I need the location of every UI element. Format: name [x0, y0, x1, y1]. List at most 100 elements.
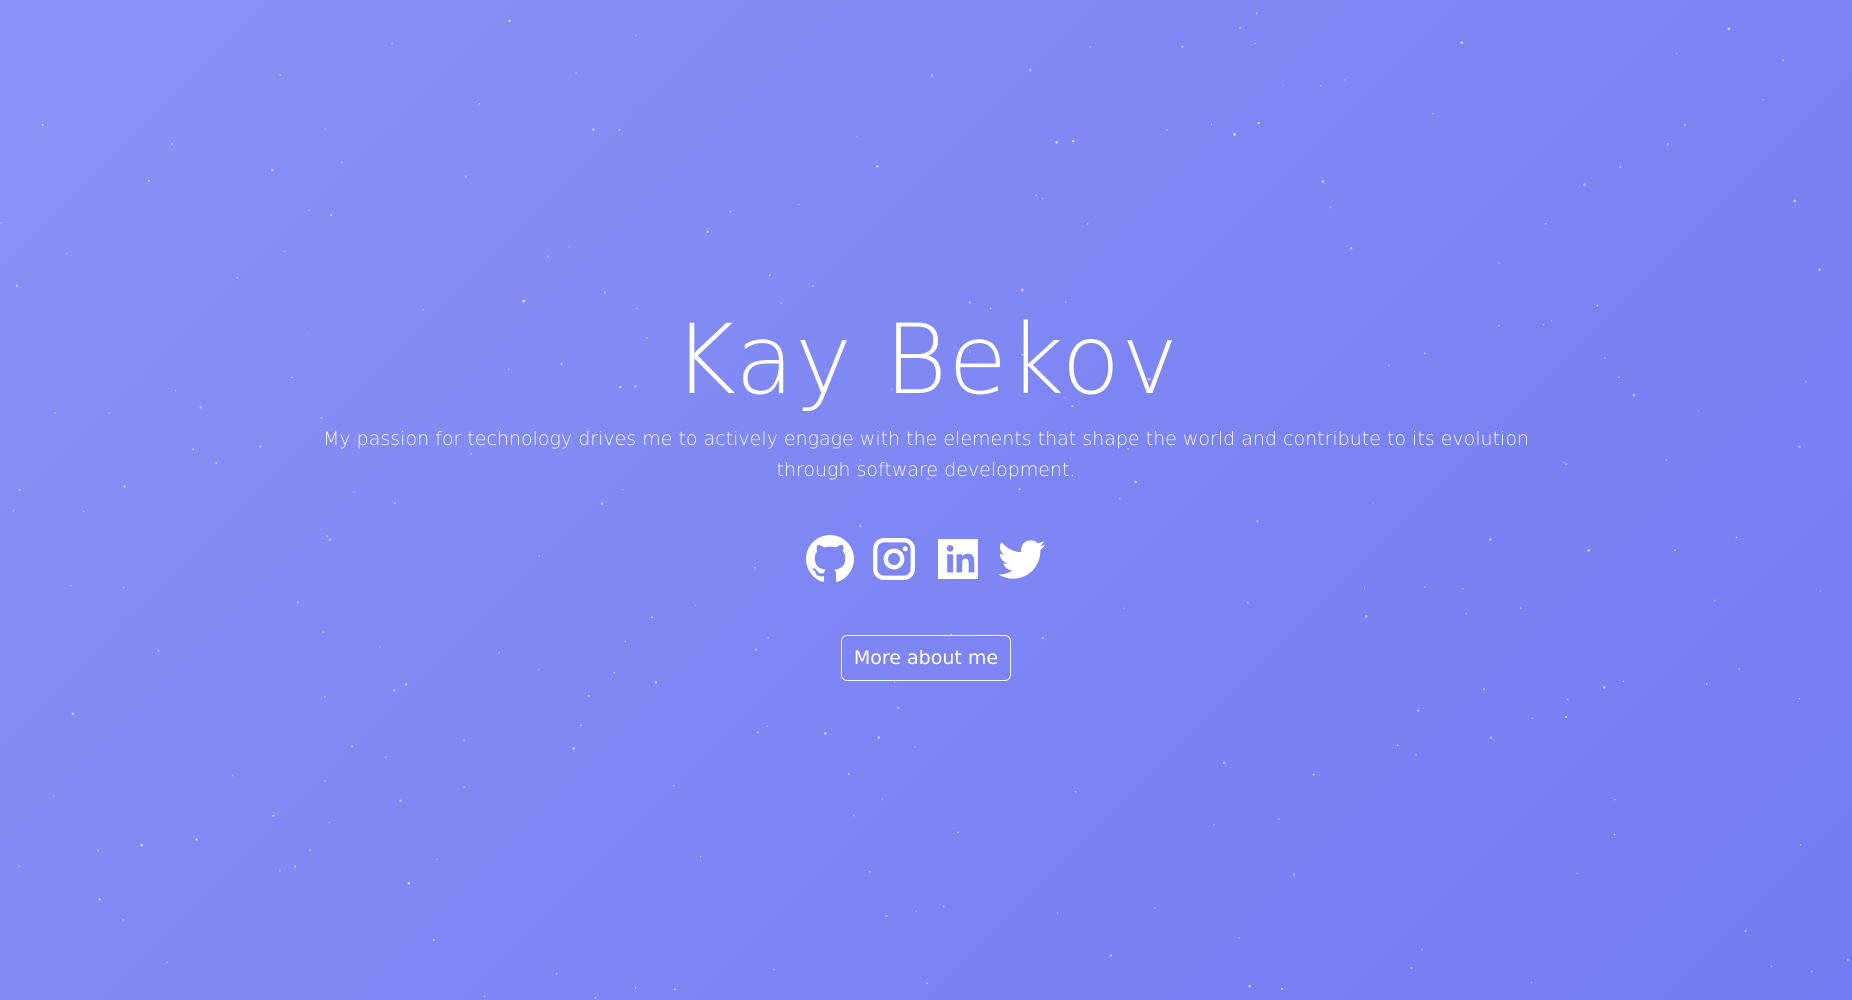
star-dot: [436, 858, 438, 861]
star-dot: [478, 103, 481, 105]
star-dot: [1713, 599, 1716, 602]
star-dot: [580, 724, 583, 727]
star-dot: [624, 640, 627, 642]
star-dot: [1564, 715, 1568, 719]
star-dot: [1254, 42, 1256, 45]
star-dot: [600, 502, 604, 506]
star-dot: [0, 221, 3, 224]
star-dot: [1349, 247, 1353, 250]
star-dot: [1280, 987, 1283, 990]
star-dot: [1614, 798, 1616, 801]
star-dot: [824, 732, 827, 735]
star-dot: [328, 821, 331, 824]
star-dot: [1042, 198, 1044, 200]
star-dot: [215, 462, 218, 464]
star-dot: [798, 203, 800, 206]
star-dot: [432, 939, 435, 942]
twitter-link[interactable]: [998, 535, 1046, 583]
star-dot: [140, 843, 143, 847]
star-dot: [122, 918, 125, 921]
star-dot: [392, 689, 396, 692]
star-dot: [1123, 607, 1125, 609]
star-dot: [1246, 601, 1249, 604]
star-dot: [18, 865, 21, 867]
star-dot: [1028, 68, 1032, 72]
star-dot: [1583, 183, 1586, 187]
star-dot: [926, 982, 929, 985]
star-dot: [1329, 206, 1332, 209]
star-dot: [1248, 985, 1251, 988]
star-dot: [613, 671, 616, 674]
star-dot: [654, 681, 658, 684]
star-dot: [575, 71, 578, 75]
star-dot: [393, 501, 397, 505]
star-dot: [279, 870, 281, 872]
star-dot: [942, 905, 945, 908]
linkedin-link[interactable]: [934, 535, 982, 583]
github-link[interactable]: [806, 535, 854, 583]
star-field-background: [0, 12, 1850, 999]
star-dot: [1344, 78, 1347, 81]
star-dot: [407, 882, 411, 885]
star-dot: [1255, 12, 1258, 15]
star-dot: [848, 773, 850, 775]
star-dot: [1213, 823, 1216, 826]
star-dot: [1489, 736, 1493, 740]
star-dot: [1109, 954, 1113, 957]
star-dot: [1461, 587, 1464, 590]
star-dot: [1021, 288, 1024, 292]
star-dot: [1165, 128, 1168, 131]
star-dot: [1622, 680, 1625, 683]
star-dot: [192, 448, 195, 450]
star-dot: [404, 683, 408, 686]
star-dot: [18, 489, 21, 491]
star-dot: [915, 910, 918, 913]
star-dot: [766, 725, 768, 727]
star-dot: [767, 637, 770, 639]
star-dot: [1238, 26, 1242, 30]
star-dot: [869, 870, 871, 873]
star-dot: [957, 831, 959, 834]
star-dot: [1410, 967, 1413, 969]
star-dot: [1421, 948, 1424, 951]
star-dot: [877, 736, 881, 739]
star-dot: [1483, 688, 1485, 690]
star-dot: [1292, 873, 1296, 876]
star-dot: [171, 143, 174, 145]
star-dot: [1396, 744, 1399, 747]
star-dot: [1417, 709, 1420, 712]
instagram-link[interactable]: [870, 535, 918, 583]
star-dot: [1519, 607, 1522, 610]
star-dot: [83, 510, 85, 512]
more-about-me-button[interactable]: More about me: [841, 635, 1011, 681]
star-dot: [340, 161, 343, 164]
star-dot: [123, 485, 126, 488]
instagram-icon: [873, 538, 915, 580]
star-dot: [876, 165, 879, 168]
star-dot: [324, 780, 326, 782]
star-dot: [1684, 124, 1687, 127]
star-dot: [754, 648, 757, 651]
hero-tagline: My passion for technology drives me to a…: [322, 428, 1529, 481]
star-dot: [1056, 912, 1059, 914]
star-dot: [591, 128, 595, 131]
star-dot: [1465, 612, 1468, 615]
star-dot: [893, 681, 896, 683]
star-dot: [1705, 683, 1708, 685]
star-dot: [324, 128, 326, 130]
star-dot: [71, 712, 75, 715]
star-dot: [1415, 753, 1418, 756]
star-dot: [122, 586, 125, 589]
star-dot: [308, 849, 312, 852]
star-dot: [1118, 497, 1121, 500]
star-dot: [258, 445, 262, 449]
star-dot: [1233, 133, 1236, 136]
star-dot: [856, 136, 858, 138]
star-dot: [672, 784, 675, 787]
star-dot: [1372, 502, 1375, 504]
star-dot: [1256, 520, 1259, 523]
star-dot: [1762, 99, 1764, 101]
star-dot: [12, 509, 15, 512]
star-dot: [1738, 668, 1741, 670]
star-dot: [673, 988, 676, 991]
